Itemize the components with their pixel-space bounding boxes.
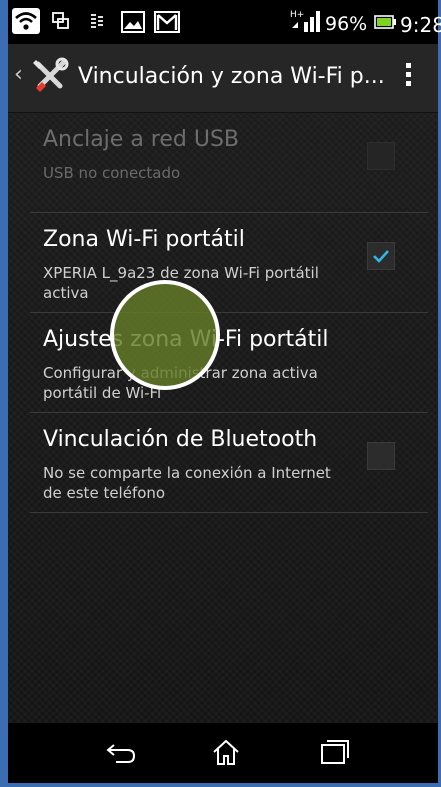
item-summary: USB no conectado — [43, 164, 181, 182]
back-icon[interactable] — [104, 737, 138, 771]
gmail-icon — [154, 11, 180, 37]
settings-list: Anclaje a red USB USB no conectado Zona … — [8, 113, 438, 513]
frame-bottom-edge — [0, 783, 441, 787]
usb-tethering-checkbox — [367, 142, 395, 170]
page-title: Vinculación y zona Wi-Fi p... — [78, 64, 385, 89]
checkmark-icon — [373, 250, 389, 263]
frame-left-edge — [0, 0, 8, 787]
image-icon — [121, 11, 145, 37]
settings-tools-icon[interactable] — [30, 56, 70, 100]
portable-hotspot-item[interactable]: Zona Wi-Fi portátil XPERIA L_9a23 de zon… — [30, 213, 428, 313]
item-title: Zona Wi-Fi portátil — [43, 227, 245, 252]
status-bar: H+ 96% 9:28 — [8, 0, 441, 44]
bluetooth-tethering-checkbox[interactable] — [367, 442, 395, 470]
signal-icon: H+ — [290, 8, 320, 38]
item-summary: No se comparte la conexión a Internet de… — [43, 464, 331, 502]
touch-indicator — [110, 280, 220, 390]
hotspot-settings-item[interactable]: Ajustes zona Wi-Fi portátil Configurar y… — [30, 313, 428, 413]
overflow-menu-icon[interactable] — [406, 63, 412, 90]
home-icon[interactable] — [211, 737, 241, 771]
item-title: Anclaje a red USB — [43, 127, 240, 152]
back-chevron-icon[interactable]: ‹ — [14, 62, 23, 87]
screen-mirror-icon — [52, 12, 70, 34]
recent-apps-icon[interactable] — [319, 737, 351, 771]
navigation-bar — [8, 723, 438, 783]
action-bar: ‹ Vinculación y zona Wi-Fi p... — [8, 44, 438, 113]
network-badge: H+ — [290, 10, 304, 20]
portable-hotspot-checkbox[interactable] — [367, 242, 395, 270]
clock: 9:28 — [400, 13, 441, 37]
battery-percent: 96% — [325, 13, 368, 35]
bluetooth-tethering-item[interactable]: Vinculación de Bluetooth No se comparte … — [30, 413, 428, 513]
item-title: Vinculación de Bluetooth — [43, 427, 318, 452]
usb-tether-icon — [88, 12, 106, 36]
usb-tethering-item: Anclaje a red USB USB no conectado — [30, 113, 428, 213]
battery-icon — [374, 14, 396, 33]
screen: H+ 96% 9:28 ‹ Vinculación y zona Wi-Fi p… — [8, 0, 441, 783]
wifi-icon — [12, 8, 40, 38]
